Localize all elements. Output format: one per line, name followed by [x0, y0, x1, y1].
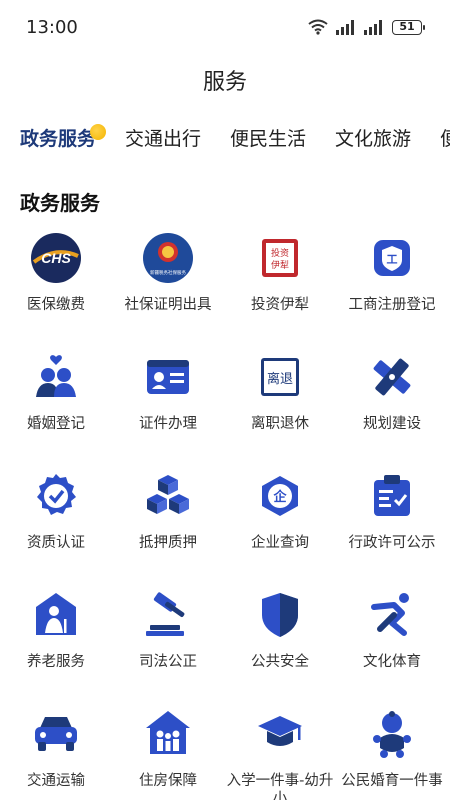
retirement-seal-icon: 离退: [254, 351, 306, 403]
service-label: 住房保障: [139, 773, 197, 789]
service-label: 离职退休: [251, 416, 309, 432]
service-marriage-childbirth[interactable]: 公民婚育一件事: [336, 706, 448, 800]
service-label: 证件办理: [139, 416, 197, 432]
service-label: 婚姻登记: [27, 416, 85, 432]
svg-text:离退: 离退: [267, 371, 293, 387]
service-label: 公共安全: [251, 654, 309, 670]
tab-transport[interactable]: 交通出行: [125, 124, 201, 151]
service-social-security-proof[interactable]: 新疆税务社保服务 社保证明出具: [112, 230, 224, 340]
svg-text:企: 企: [272, 489, 287, 505]
svg-text:投资: 投资: [271, 247, 289, 259]
service-enterprise-query[interactable]: 企 企业查询: [224, 468, 336, 578]
certification-check-icon: [30, 470, 82, 522]
category-tab-bar: 政务服务 交通出行 便民生活 文化旅游 便: [0, 124, 450, 164]
svg-text:伊犁: 伊犁: [271, 259, 289, 271]
service-transportation[interactable]: 交通运输: [0, 706, 112, 800]
status-time: 13:00: [26, 17, 78, 38]
signal-icon: [336, 19, 354, 35]
invest-yili-seal-icon: 投资 伊犁: [254, 232, 306, 284]
tab-culture-tourism[interactable]: 文化旅游: [335, 124, 411, 151]
svg-text:CHS: CHS: [41, 250, 71, 266]
service-label: 文化体育: [363, 654, 421, 670]
tab-more[interactable]: 便: [440, 124, 450, 151]
section-title: 政务服务: [20, 191, 100, 215]
service-label: 交通运输: [27, 773, 85, 789]
service-label: 司法公正: [139, 654, 197, 670]
service-judicial-justice[interactable]: 司法公正: [112, 587, 224, 697]
service-medical-insurance[interactable]: CHS 医保缴费: [0, 230, 112, 340]
notification-dot-icon: [90, 124, 106, 140]
id-card-icon: [142, 351, 194, 403]
boxes-stack-icon: [142, 470, 194, 522]
service-public-safety[interactable]: 公共安全: [224, 587, 336, 697]
service-marriage-registration[interactable]: 婚姻登记: [0, 349, 112, 459]
clipboard-check-icon: [366, 470, 418, 522]
ruler-pencil-icon: [366, 351, 418, 403]
chs-medical-insurance-icon: CHS: [30, 232, 82, 284]
wifi-icon: [308, 19, 328, 35]
service-resignation-retirement[interactable]: 离退 离职退休: [224, 349, 336, 459]
service-mortgage-pledge[interactable]: 抵押质押: [112, 468, 224, 578]
service-label: 医保缴费: [27, 297, 85, 313]
gavel-icon: [142, 589, 194, 641]
service-label: 工商注册登记: [348, 297, 436, 313]
service-housing-security[interactable]: 住房保障: [112, 706, 224, 800]
service-label: 行政许可公示: [348, 535, 436, 551]
service-label: 规划建设: [363, 416, 421, 432]
service-admin-permit-notice[interactable]: 行政许可公示: [336, 468, 448, 578]
status-icons: 51: [308, 19, 425, 35]
service-business-registration[interactable]: 工 工商注册登记: [336, 230, 448, 340]
service-id-documents[interactable]: 证件办理: [112, 349, 224, 459]
service-label: 抵押质押: [139, 535, 197, 551]
service-school-enrollment[interactable]: 入学一件事-幼升小: [224, 706, 336, 800]
tab-gov-services[interactable]: 政务服务: [20, 124, 96, 151]
graduation-cap-icon: [254, 708, 306, 760]
service-label: 入学一件事-幼升小: [226, 773, 334, 800]
service-qualification-certification[interactable]: 资质认证: [0, 468, 112, 578]
service-planning-construction[interactable]: 规划建设: [336, 349, 448, 459]
service-label: 养老服务: [27, 654, 85, 670]
signal-icon-2: [364, 19, 382, 35]
elderly-house-icon: [30, 589, 82, 641]
social-security-emblem-icon: 新疆税务社保服务: [142, 232, 194, 284]
battery-icon: 51: [392, 19, 425, 35]
status-bar: 13:00 51: [0, 0, 450, 56]
svg-text:新疆税务社保服务: 新疆税务社保服务: [150, 269, 186, 276]
page-title: 服务: [202, 70, 247, 95]
car-icon: [30, 708, 82, 760]
tab-convenience[interactable]: 便民生活: [230, 124, 306, 151]
service-label: 企业查询: [251, 535, 309, 551]
business-registration-icon: 工: [366, 232, 418, 284]
house-family-icon: [142, 708, 194, 760]
service-label: 公民婚育一件事: [341, 773, 443, 789]
service-label: 投资伊犁: [251, 297, 309, 313]
running-person-icon: [366, 589, 418, 641]
service-label: 资质认证: [27, 535, 85, 551]
service-elderly-care[interactable]: 养老服务: [0, 587, 112, 697]
enterprise-hexagon-icon: 企: [254, 470, 306, 522]
marriage-couple-icon: [30, 351, 82, 403]
service-invest-yili[interactable]: 投资 伊犁 投资伊犁: [224, 230, 336, 340]
service-label: 社保证明出具: [124, 297, 212, 313]
svg-text:工: 工: [387, 253, 398, 266]
service-culture-sports[interactable]: 文化体育: [336, 587, 448, 697]
shield-icon: [254, 589, 306, 641]
baby-icon: [366, 708, 418, 760]
